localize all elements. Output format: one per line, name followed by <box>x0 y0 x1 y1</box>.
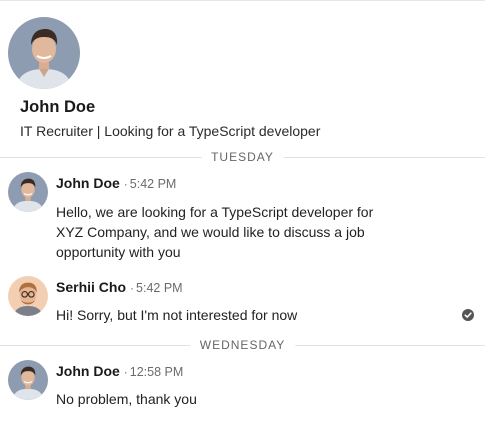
message-line: No problem, thank you <box>56 391 197 407</box>
sender-name[interactable]: Serhii Cho <box>56 279 126 295</box>
check-circle-icon <box>462 309 474 321</box>
message-line: XYZ Company, and we would like to discus… <box>56 224 365 240</box>
separator-dot: · <box>130 281 135 295</box>
sender-name[interactable]: John Doe <box>56 363 120 379</box>
day-divider: TUESDAY <box>0 150 485 164</box>
message-time: 5:42 PM <box>129 177 177 191</box>
message-body: No problem, thank you <box>56 389 416 409</box>
sender-avatar[interactable] <box>8 276 48 316</box>
sender-avatar[interactable] <box>8 360 48 400</box>
message-line: opportunity with you <box>56 244 181 260</box>
profile-avatar[interactable] <box>8 17 80 89</box>
separator-dot: · <box>123 177 128 191</box>
message-header: John Doe · 5:42 PM <box>56 175 176 192</box>
sender-avatar[interactable] <box>8 172 48 212</box>
message-body: Hello, we are looking for a TypeScript d… <box>56 202 416 262</box>
conversation-profile-header: John Doe IT Recruiter | Looking for a Ty… <box>0 0 485 150</box>
message-line: Hi! Sorry, but I'm not interested for no… <box>56 307 298 323</box>
day-divider: WEDNESDAY <box>0 338 485 352</box>
day-label: WEDNESDAY <box>189 338 296 352</box>
separator-dot: · <box>123 365 128 379</box>
message-time: 12:58 PM <box>129 365 184 379</box>
message-body: Hi! Sorry, but I'm not interested for no… <box>56 305 416 325</box>
day-label: TUESDAY <box>201 150 284 164</box>
message-time: 5:42 PM <box>136 281 183 295</box>
profile-headline: IT Recruiter | Looking for a TypeScript … <box>20 123 321 139</box>
message-line: Hello, we are looking for a TypeScript d… <box>56 204 374 220</box>
sender-name[interactable]: John Doe <box>56 175 120 191</box>
message-header: Serhii Cho · 5:42 PM <box>56 279 183 296</box>
profile-name[interactable]: John Doe <box>20 98 95 117</box>
message-header: John Doe · 12:58 PM <box>56 363 183 380</box>
